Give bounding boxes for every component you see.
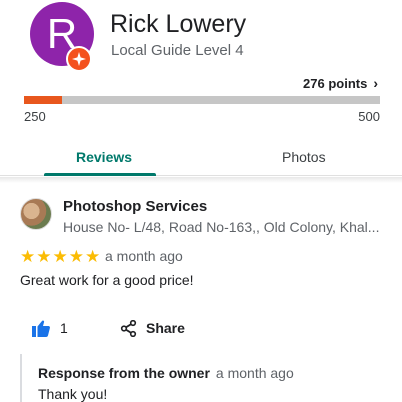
local-guide-badge-icon	[66, 46, 92, 72]
profile-header: R Rick Lowery Local Guide Level 4 276 po…	[0, 0, 402, 140]
tab-shadow	[0, 177, 402, 183]
tab-reviews[interactable]: Reviews	[76, 149, 132, 165]
progress-min-label: 250	[24, 109, 46, 124]
share-icon	[120, 319, 137, 337]
guide-level: Local Guide Level 4	[111, 42, 244, 59]
level-progress-fill	[24, 96, 62, 104]
response-title: Response from the owner	[38, 365, 210, 381]
place-name[interactable]: Photoshop Services	[63, 198, 207, 215]
review-date: a month ago	[105, 248, 183, 264]
like-count: 1	[60, 320, 68, 336]
owner-response: Response from the owner a month ago Thank…	[20, 354, 400, 402]
points-link[interactable]: 276 points ›	[303, 75, 378, 91]
active-tab-indicator	[44, 173, 156, 176]
response-heading: Response from the owner a month ago	[38, 365, 294, 381]
star-rating: ★★★★★	[20, 247, 102, 266]
level-progress-bar	[24, 96, 380, 104]
like-button[interactable]: 1	[32, 317, 68, 339]
tab-photos[interactable]: Photos	[282, 149, 326, 165]
points-label: 276 points	[303, 76, 368, 91]
share-button[interactable]: Share	[120, 317, 185, 339]
profile-name: Rick Lowery	[110, 10, 247, 38]
thumbs-up-icon	[32, 320, 50, 337]
response-date: a month ago	[215, 365, 294, 381]
tab-bar: Reviews Photos	[0, 140, 402, 176]
response-text: Thank you!	[38, 386, 108, 402]
place-address: House No- L/48, Road No-163,, Old Colony…	[63, 219, 380, 235]
progress-max-label: 500	[358, 109, 380, 124]
chevron-right-icon: ›	[373, 75, 378, 91]
share-label: Share	[146, 320, 185, 336]
place-thumbnail[interactable]	[20, 198, 52, 230]
review-text: Great work for a good price!	[20, 272, 194, 288]
